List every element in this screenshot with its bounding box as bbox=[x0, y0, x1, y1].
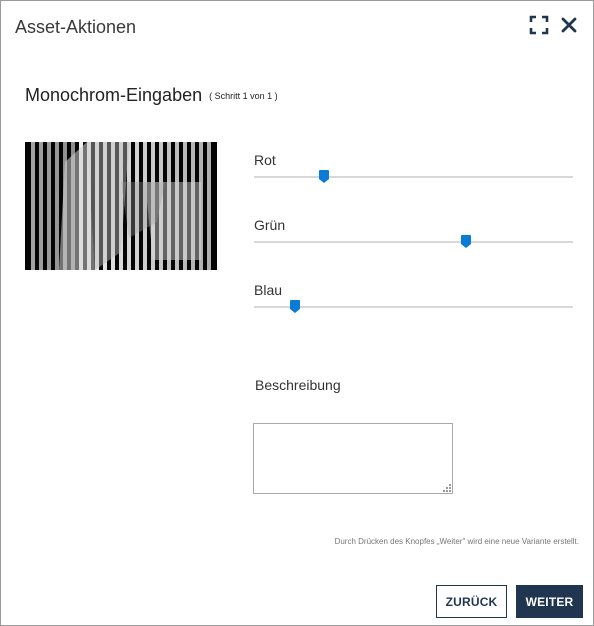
next-button[interactable]: WEITER bbox=[516, 585, 583, 618]
slider-blue: Blau bbox=[254, 282, 573, 313]
section-title: Monochrom-Eingaben ( Schritt 1 von 1 ) bbox=[25, 85, 278, 106]
close-icon[interactable] bbox=[559, 15, 579, 35]
slider-red-label: Rot bbox=[254, 152, 276, 168]
fullscreen-icon[interactable] bbox=[529, 15, 549, 35]
slider-red: Rot bbox=[254, 152, 573, 183]
step-indicator: ( Schritt 1 von 1 ) bbox=[209, 91, 278, 101]
description-label: Beschreibung bbox=[255, 377, 341, 393]
asset-preview-image bbox=[25, 142, 217, 270]
description-textarea[interactable] bbox=[253, 423, 453, 494]
slider-green-thumb[interactable] bbox=[461, 235, 472, 248]
slider-green-track[interactable] bbox=[254, 241, 573, 243]
slider-green-label: Grün bbox=[254, 217, 286, 233]
section-title-text: Monochrom-Eingaben bbox=[25, 85, 203, 105]
dialog-header-icons bbox=[529, 15, 579, 35]
slider-green: Grün bbox=[254, 217, 573, 248]
slider-blue-label: Blau bbox=[254, 282, 283, 298]
slider-blue-thumb[interactable] bbox=[290, 300, 301, 313]
dialog-title: Asset-Aktionen bbox=[15, 17, 137, 37]
variant-hint-text: Durch Drücken des Knopfes „Weiter" wird … bbox=[334, 537, 579, 546]
asset-actions-dialog: Asset-Aktionen Monochrom-Eingaben ( Schr… bbox=[0, 0, 594, 626]
slider-red-thumb[interactable] bbox=[319, 170, 330, 183]
back-button[interactable]: ZURÜCK bbox=[436, 585, 507, 618]
slider-blue-track[interactable] bbox=[254, 306, 573, 308]
resize-grip-icon[interactable] bbox=[441, 482, 451, 492]
slider-red-track[interactable] bbox=[254, 176, 573, 178]
